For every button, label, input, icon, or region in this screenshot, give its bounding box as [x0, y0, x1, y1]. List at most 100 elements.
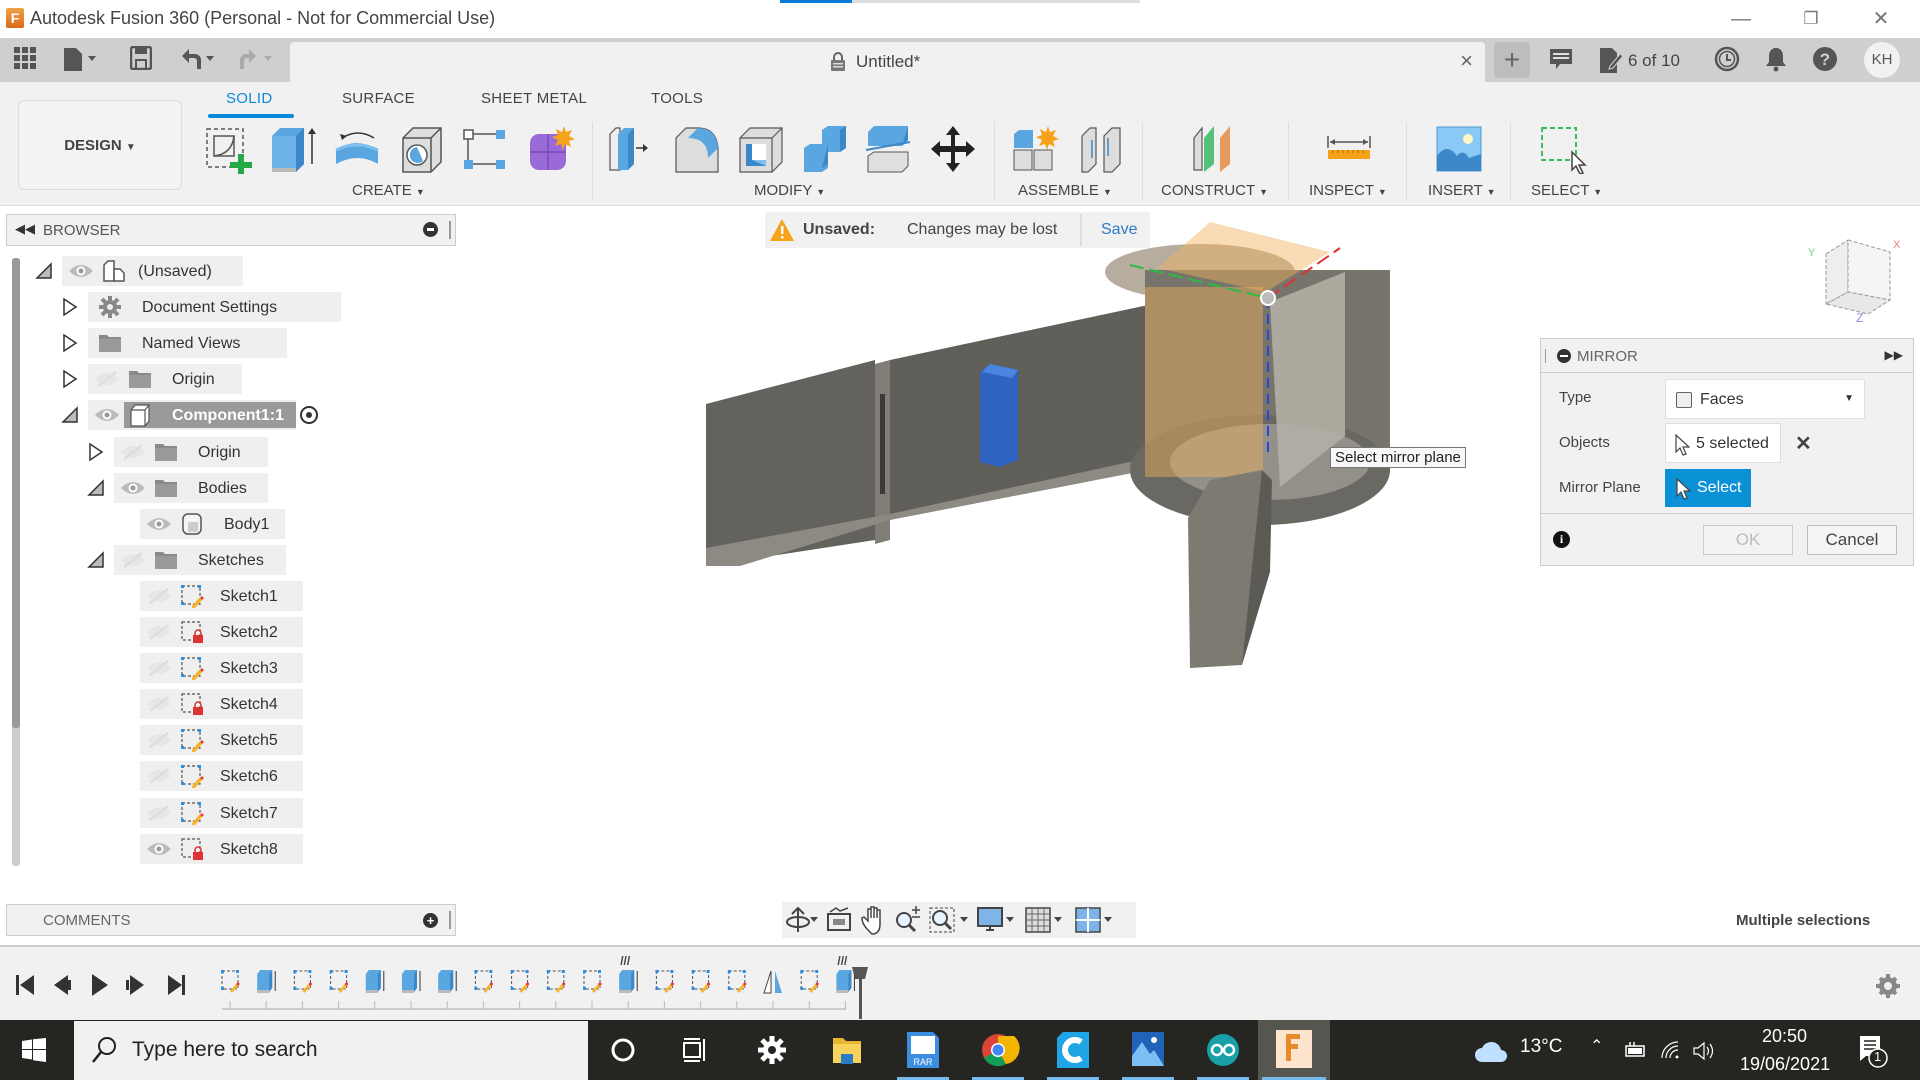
collapse-triangle-icon[interactable]	[86, 550, 106, 570]
inspect-menu[interactable]: INSPECT ▼	[1309, 182, 1387, 199]
workspace-switcher[interactable]: DESIGN ▼	[18, 100, 182, 190]
chrome-icon[interactable]	[968, 1020, 1028, 1080]
visibility-eye-icon[interactable]	[68, 262, 94, 280]
browser-node-sketch5[interactable]: Sketch5	[0, 725, 460, 756]
press-pull-icon[interactable]	[606, 124, 654, 174]
timeline-feature-extrude-icon[interactable]	[402, 970, 421, 1009]
construct-menu[interactable]: CONSTRUCT ▼	[1161, 182, 1268, 199]
hidden-eye-icon[interactable]	[146, 767, 172, 785]
expand-triangle-icon[interactable]	[60, 297, 80, 317]
visibility-eye-icon[interactable]	[146, 840, 172, 858]
joint-icon[interactable]	[1076, 124, 1124, 174]
clock-date[interactable]: 19/06/2021	[1740, 1054, 1830, 1075]
browser-node-body1[interactable]: Body1	[0, 508, 460, 539]
go-to-end-icon[interactable]	[168, 975, 185, 995]
browser-node-origin[interactable]: Origin	[0, 364, 460, 395]
measure-icon[interactable]	[1324, 124, 1372, 174]
task-view-icon[interactable]	[665, 1020, 725, 1080]
collapse-triangle-icon[interactable]	[34, 261, 54, 281]
history-clock-icon[interactable]	[1714, 46, 1740, 76]
browser-node-component1-1[interactable]: Component1:1	[0, 400, 460, 431]
clear-selection-icon[interactable]: ✕	[1795, 431, 1812, 456]
browser-node-named-views[interactable]: Named Views	[0, 328, 460, 359]
action-center-icon[interactable]: 1	[1856, 1034, 1890, 1075]
hidden-eye-icon[interactable]	[94, 370, 120, 388]
visibility-eye-icon[interactable]	[94, 406, 120, 424]
winrar-icon[interactable]: RAR	[893, 1020, 953, 1080]
zoom-icon[interactable]	[896, 906, 920, 933]
extrude-icon[interactable]	[268, 124, 316, 174]
collapse-dialog-icon[interactable]	[1557, 349, 1571, 363]
hidden-eye-icon[interactable]	[120, 443, 146, 461]
show-hidden-icons-chevron[interactable]: ⌃	[1590, 1036, 1603, 1056]
hidden-eye-icon[interactable]	[146, 659, 172, 677]
insert-image-icon[interactable]	[1434, 124, 1482, 174]
view-cube[interactable]: Y X Z	[1808, 239, 1901, 325]
info-icon[interactable]: i	[1553, 531, 1570, 548]
collapse-triangle-icon[interactable]	[60, 405, 80, 425]
save-icon[interactable]	[128, 45, 154, 74]
data-panel-grid-icon[interactable]	[12, 46, 38, 74]
job-status-count[interactable]: 6 of 10	[1628, 46, 1680, 76]
hidden-eye-icon[interactable]	[146, 587, 172, 605]
help-icon[interactable]: ?	[1812, 46, 1838, 76]
arduino-icon[interactable]	[1193, 1020, 1253, 1080]
clock-time[interactable]: 20:50	[1762, 1026, 1807, 1047]
timeline-feature-extrude-icon[interactable]	[365, 970, 385, 1009]
objects-selection-field[interactable]: 5 selected	[1665, 423, 1781, 463]
offset-plane-icon[interactable]	[1190, 124, 1238, 174]
browser-node-sketch3[interactable]: Sketch3	[0, 653, 460, 684]
comments-icon[interactable]	[1548, 46, 1574, 76]
browser-node-sketch2[interactable]: Sketch2	[0, 617, 460, 647]
timeline-feature-extrude-icon[interactable]	[438, 970, 457, 1009]
collapse-triangle-icon[interactable]	[86, 478, 106, 498]
timeline-feature-sketch-icon[interactable]	[583, 970, 602, 1009]
pan-hand-icon[interactable]	[861, 906, 881, 935]
timeline-feature-sketch-icon[interactable]	[727, 970, 747, 1009]
volume-icon[interactable]	[1692, 1040, 1716, 1067]
visibility-eye-icon[interactable]	[120, 479, 146, 497]
create-menu[interactable]: CREATE ▼	[352, 182, 425, 199]
hidden-eye-icon[interactable]	[146, 695, 172, 713]
document-tab[interactable]: Untitled* ×	[290, 42, 1485, 82]
rectangular-pattern-icon[interactable]	[460, 124, 508, 174]
c-app-icon[interactable]	[1043, 1020, 1103, 1080]
timeline-feature-sketch-icon[interactable]	[655, 970, 674, 1009]
job-status-icon[interactable]	[1598, 46, 1624, 76]
undo-icon[interactable]	[178, 46, 218, 74]
restore-button[interactable]: ❐	[1788, 4, 1834, 34]
timeline-feature-extrude-icon[interactable]	[619, 970, 638, 1009]
expand-triangle-icon[interactable]	[60, 369, 80, 389]
revolve-icon[interactable]	[332, 124, 380, 174]
timeline-feature-sketch-icon[interactable]	[329, 970, 349, 1009]
panel-grip-icon[interactable]	[449, 911, 451, 929]
new-tab-button[interactable]: +	[1494, 42, 1530, 78]
fillet-icon[interactable]	[672, 124, 720, 174]
browser-node-sketches[interactable]: Sketches	[0, 544, 460, 575]
browser-node-sketch6[interactable]: Sketch6	[0, 761, 460, 792]
zoom-window-icon[interactable]	[929, 907, 968, 933]
select-menu[interactable]: SELECT ▼	[1531, 182, 1602, 199]
minimize-button[interactable]: —	[1718, 4, 1764, 34]
timeline-feature-sketch-icon[interactable]	[293, 970, 312, 1009]
add-comment-icon[interactable]: +	[423, 913, 438, 928]
file-explorer-icon[interactable]	[817, 1020, 877, 1080]
weather-cloud-icon[interactable]	[1474, 1036, 1508, 1069]
timeline-feature-mirror-icon[interactable]	[763, 970, 782, 1009]
go-to-start-icon[interactable]	[16, 975, 34, 995]
expand-triangle-icon[interactable]	[86, 442, 106, 462]
timeline-feature-extrude-icon[interactable]	[257, 970, 276, 1009]
move-copy-icon[interactable]	[928, 124, 976, 174]
hidden-eye-icon[interactable]	[146, 804, 172, 822]
expand-triangle-icon[interactable]	[60, 333, 80, 353]
tab-tools[interactable]: TOOLS	[651, 90, 703, 107]
assemble-menu[interactable]: ASSEMBLE ▼	[1018, 182, 1112, 199]
photos-icon[interactable]	[1118, 1020, 1178, 1080]
browser-node-unsaved[interactable]: (Unsaved)	[0, 256, 460, 286]
close-tab-icon[interactable]: ×	[1460, 48, 1473, 74]
modify-menu[interactable]: MODIFY ▼	[754, 182, 825, 199]
hidden-eye-icon[interactable]	[120, 551, 146, 569]
activate-component-radio[interactable]	[300, 406, 318, 425]
timeline-settings-gear-icon[interactable]	[1876, 974, 1900, 998]
type-dropdown[interactable]: Faces ▼	[1665, 379, 1865, 419]
